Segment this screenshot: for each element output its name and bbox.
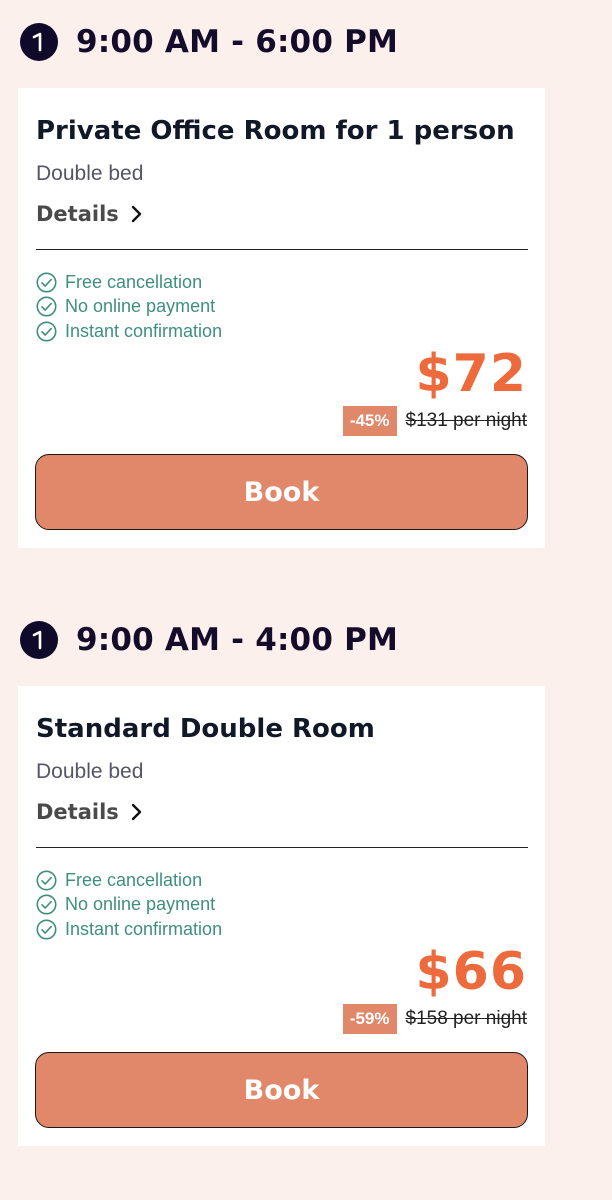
clock-icon bbox=[20, 23, 58, 61]
details-link[interactable]: Details bbox=[36, 202, 143, 226]
book-button[interactable]: Book bbox=[35, 1052, 528, 1128]
discount-badge: -45% bbox=[342, 406, 397, 436]
feature-item: Instant confirmation bbox=[36, 319, 222, 344]
book-label: Book bbox=[243, 1074, 320, 1106]
details-label: Details bbox=[36, 800, 119, 824]
check-circle-icon bbox=[36, 870, 57, 891]
slot-header: 9:00 AM - 4:00 PM bbox=[20, 618, 398, 662]
discount-row: -59% $158 per night bbox=[342, 1004, 528, 1034]
old-price: $158 per night bbox=[405, 1008, 528, 1029]
chevron-right-icon bbox=[131, 205, 143, 223]
book-button[interactable]: Book bbox=[35, 454, 528, 530]
feature-item: No online payment bbox=[36, 295, 222, 320]
check-circle-icon bbox=[36, 296, 57, 317]
check-circle-icon bbox=[36, 894, 57, 915]
feature-list: Free cancellation No online payment Inst… bbox=[36, 868, 222, 942]
details-label: Details bbox=[36, 202, 119, 226]
feature-label: Free cancellation bbox=[65, 869, 203, 890]
details-link[interactable]: Details bbox=[36, 800, 143, 824]
feature-label: Instant confirmation bbox=[65, 320, 223, 341]
divider bbox=[36, 847, 528, 848]
slot-header: 9:00 AM - 6:00 PM bbox=[20, 20, 398, 64]
feature-label: No online payment bbox=[65, 296, 216, 317]
feature-item: Free cancellation bbox=[36, 270, 222, 295]
discount-badge: -59% bbox=[342, 1004, 397, 1034]
price: $66 bbox=[415, 942, 527, 1002]
bed-type: Double bed bbox=[36, 760, 144, 783]
room-card: Standard Double Room Double bed Details … bbox=[18, 686, 545, 1146]
chevron-right-icon bbox=[131, 803, 143, 821]
room-title: Standard Double Room bbox=[36, 714, 375, 744]
old-price: $131 per night bbox=[405, 410, 528, 431]
check-circle-icon bbox=[36, 919, 57, 940]
feature-item: Instant confirmation bbox=[36, 917, 222, 942]
check-circle-icon bbox=[36, 321, 57, 342]
slot-time: 9:00 AM - 4:00 PM bbox=[76, 622, 399, 658]
check-circle-icon bbox=[36, 272, 57, 293]
feature-item: Free cancellation bbox=[36, 868, 222, 893]
book-label: Book bbox=[243, 476, 320, 508]
slot-time: 9:00 AM - 6:00 PM bbox=[76, 24, 399, 60]
feature-list: Free cancellation No online payment Inst… bbox=[36, 270, 222, 344]
price: $72 bbox=[415, 344, 527, 404]
feature-label: Free cancellation bbox=[65, 271, 203, 292]
feature-item: No online payment bbox=[36, 893, 222, 918]
divider bbox=[36, 249, 528, 250]
room-title: Private Office Room for 1 person bbox=[36, 116, 515, 146]
clock-icon bbox=[20, 621, 58, 659]
feature-label: No online payment bbox=[65, 894, 216, 915]
bed-type: Double bed bbox=[36, 162, 144, 185]
room-card: Private Office Room for 1 person Double … bbox=[18, 88, 545, 548]
feature-label: Instant confirmation bbox=[65, 918, 223, 939]
discount-row: -45% $131 per night bbox=[342, 406, 528, 436]
